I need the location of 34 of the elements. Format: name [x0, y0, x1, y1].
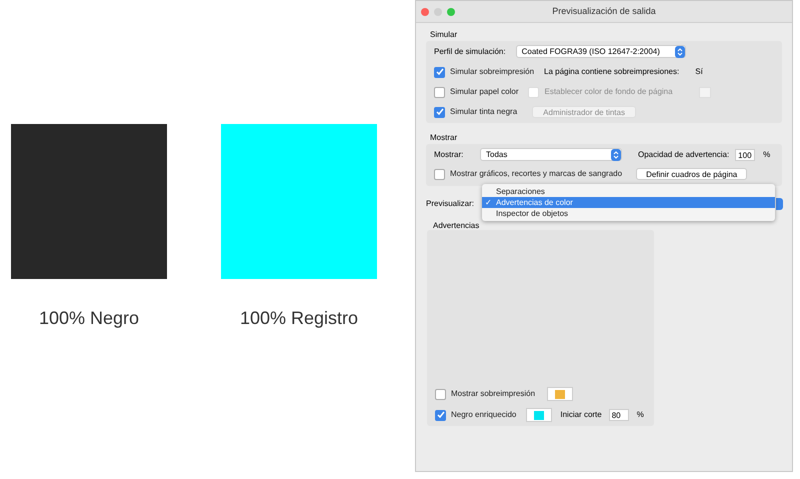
- menu-item[interactable]: ✓ Advertencias de color: [482, 197, 775, 208]
- menu-item-label: Inspector de objetos: [496, 208, 568, 219]
- unit-label: %: [763, 148, 770, 160]
- section-heading: Advertencias: [432, 222, 480, 230]
- section-heading: Simular: [429, 30, 458, 40]
- field-label: Iniciar corte: [560, 409, 602, 421]
- section-heading: Mostrar: [429, 133, 458, 143]
- field-label: Previsualizar:: [426, 198, 474, 210]
- opacity-field[interactable]: 100: [735, 148, 756, 160]
- field-label: Perfil de simulación:: [434, 46, 506, 58]
- window-title: Previsualización de salida: [551, 4, 657, 18]
- checkbox-label: Mostrar sobreimpresión: [451, 388, 536, 400]
- show-dropdown[interactable]: Todas: [480, 148, 622, 161]
- info-value: Sí: [695, 66, 703, 78]
- menu-item[interactable]: Inspector de objetos: [482, 208, 775, 219]
- field-label: Mostrar:: [434, 148, 464, 160]
- field-label: Opacidad de advertencia:: [638, 148, 730, 160]
- checkbox-label: Negro enriquecido: [451, 409, 516, 421]
- check-mark: ✓: [485, 198, 492, 207]
- info-label: La página contiene sobreimpresiones:: [544, 66, 680, 78]
- cut-field[interactable]: 80: [608, 409, 629, 421]
- checkbox-label: Establecer color de fondo de página: [544, 86, 673, 98]
- checkbox-label: Mostrar gráficos, recortes y marcas de sangrado: [450, 168, 622, 180]
- menu-item-label: Advertencias de color: [496, 197, 573, 208]
- checkbox-label: Simular sobreimpresión: [450, 66, 534, 78]
- checkbox-label: Simular tinta negra: [450, 106, 518, 118]
- menu-item-label: Separaciones: [496, 186, 545, 197]
- menu-item[interactable]: Separaciones: [482, 186, 775, 197]
- swatch-label: 100% Registro: [240, 307, 358, 330]
- checkbox-label: Simular papel color: [450, 86, 518, 98]
- profile-dropdown[interactable]: Coated FOGRA39 (ISO 12647-2:2004): [516, 45, 686, 58]
- swatch-label: 100% Negro: [38, 307, 140, 330]
- unit-label: %: [636, 409, 644, 421]
- define-page-boxes-button[interactable]: Definir cuadros de página: [636, 168, 748, 180]
